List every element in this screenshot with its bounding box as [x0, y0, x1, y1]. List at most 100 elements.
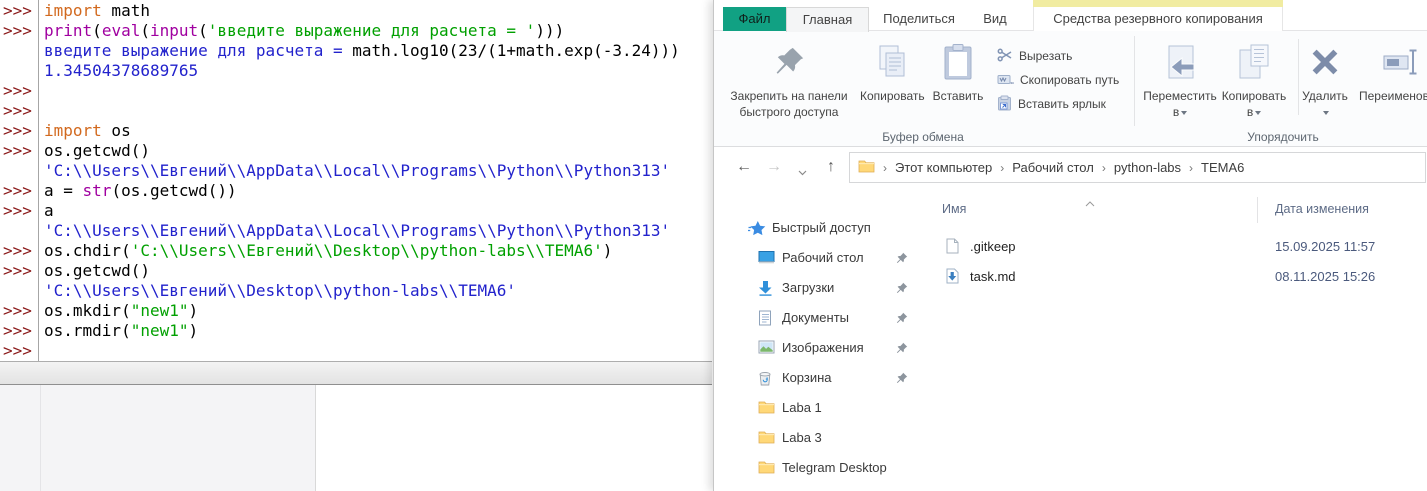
desktop-icon: [758, 250, 775, 264]
sidebar-item-загрузки[interactable]: Загрузки: [714, 273, 931, 303]
code-token-bi: print: [44, 21, 92, 40]
console-code-text: 'C:\\Users\\Евгений\\Desktop\\python-lab…: [39, 281, 516, 301]
chevron-down-icon: [1181, 111, 1187, 115]
console-prompt: >>>: [0, 141, 39, 161]
code-token-code: ): [603, 241, 613, 260]
sidebar-item-изображения[interactable]: Изображения: [714, 333, 931, 363]
console-splitter-bar[interactable]: [0, 361, 712, 385]
forward-button[interactable]: →: [764, 158, 784, 176]
code-token-bi: str: [83, 181, 112, 200]
copy-to-button[interactable]: Копировать в: [1220, 36, 1288, 120]
background-app-area: [0, 385, 713, 491]
code-token-out: 1.34504378689765: [44, 61, 198, 80]
column-separator[interactable]: [1257, 197, 1258, 223]
sidebar-item-label: Загрузки: [782, 280, 834, 295]
sidebar-item-laba-1[interactable]: Laba 1: [714, 393, 931, 423]
move-to-label-line1: Переместить: [1140, 88, 1220, 104]
sidebar-item[interactable]: [714, 483, 931, 491]
sidebar-item-telegram-desktop[interactable]: Telegram Desktop: [714, 453, 931, 483]
file-row-.gitkeep[interactable]: .gitkeep15.09.2025 11:57: [934, 234, 1424, 260]
console-line: 'C:\\Users\\Евгений\\AppData\\Local\\Pro…: [0, 221, 712, 241]
sidebar-item-быстрый-доступ[interactable]: Быстрый доступ: [714, 213, 931, 243]
console-code-text: [39, 341, 44, 361]
console-prompt: >>>: [0, 121, 39, 141]
console-line: >>>os.rmdir("new1"): [0, 321, 712, 341]
console-prompt: >>>: [0, 21, 39, 41]
tab-backup-tools[interactable]: Средства резервного копирования: [1033, 7, 1283, 31]
console-line: >>>os.getcwd(): [0, 261, 712, 281]
copy-to-icon: [1220, 36, 1288, 88]
tab-home[interactable]: Главная: [786, 7, 869, 32]
console-line: 'C:\\Users\\Евгений\\Desktop\\python-lab…: [0, 281, 712, 301]
console-code-text: os.getcwd(): [39, 141, 150, 161]
console-lines: >>>import math>>>print(eval(input('введи…: [0, 1, 712, 361]
console-line: 'C:\\Users\\Евгений\\AppData\\Local\\Pro…: [0, 161, 712, 181]
sidebar-item-laba-3[interactable]: Laba 3: [714, 423, 931, 453]
code-token-bi: input: [150, 21, 198, 40]
paste-shortcut-button[interactable]: Вставить ярлык: [997, 92, 1119, 116]
tab-share[interactable]: Поделиться: [878, 7, 960, 31]
tab-view[interactable]: Вид: [976, 7, 1014, 31]
console-code-text: 1.34504378689765: [39, 61, 198, 81]
paste-shortcut-button-label: Вставить ярлык: [1018, 97, 1106, 111]
sidebar-item-документы[interactable]: Документы: [714, 303, 931, 333]
console-code-text: print(eval(input('введите выражение для …: [39, 21, 564, 41]
up-button[interactable]: ↑: [821, 158, 841, 176]
sidebar-item-label: Документы: [782, 310, 849, 325]
console-code-text: [39, 101, 44, 121]
clipboard-icon: [926, 36, 990, 88]
cut-button[interactable]: Вырезать: [997, 44, 1119, 68]
console-prompt: >>>: [0, 261, 39, 281]
console-text-area[interactable]: >>>import math>>>print(eval(input('введи…: [0, 0, 712, 361]
column-header-date-modified[interactable]: Дата изменения: [1275, 202, 1369, 216]
console-line: >>>import math: [0, 1, 712, 21]
pin-icon: [896, 342, 908, 357]
tab-file[interactable]: Файл: [723, 7, 786, 31]
pin-button-label: Закрепить на панели быстрого доступа: [719, 88, 859, 120]
console-prompt: >>>: [0, 1, 39, 21]
code-token-code: os: [102, 121, 131, 140]
console-line: >>>os.mkdir("new1"): [0, 301, 712, 321]
console-line: >>>a = str(os.getcwd()): [0, 181, 712, 201]
folder-icon: [758, 400, 775, 414]
paste-button[interactable]: Вставить: [926, 36, 990, 104]
pin-to-quick-access-button[interactable]: Закрепить на панели быстрого доступа: [719, 36, 859, 120]
breadcrumb[interactable]: ›Этот компьютер›Рабочий стол›python-labs…: [849, 152, 1426, 183]
console-code-text: a = str(os.getcwd()): [39, 181, 237, 201]
console-prompt: >>>: [0, 181, 39, 201]
code-token-code: os.chdir(: [44, 241, 131, 260]
console-line: >>>: [0, 101, 712, 121]
console-line: >>>: [0, 341, 712, 361]
delete-button[interactable]: Удалить: [1299, 36, 1351, 120]
sidebar-item-рабочий-стол[interactable]: Рабочий стол: [714, 243, 931, 273]
move-to-label-line2: в: [1173, 105, 1179, 119]
copy-path-icon: [997, 72, 1014, 89]
copy-button[interactable]: Копировать: [860, 36, 924, 104]
paste-shortcut-icon: [997, 95, 1012, 114]
breadcrumb-segment[interactable]: python-labs: [1114, 160, 1181, 175]
sidebar-item-корзина[interactable]: Корзина: [714, 363, 931, 393]
pin-icon: [896, 282, 908, 297]
pushpin-icon: [719, 36, 859, 88]
ribbon: Закрепить на панели быстрого доступа Коп…: [714, 31, 1427, 147]
breadcrumb-segment[interactable]: Этот компьютер: [895, 160, 992, 175]
breadcrumb-segment[interactable]: Рабочий стол: [1012, 160, 1094, 175]
console-line: >>>: [0, 81, 712, 101]
folder-icon: [758, 460, 775, 474]
rename-button[interactable]: Переименовать: [1359, 36, 1427, 104]
recent-locations-chevron[interactable]: [792, 163, 812, 181]
back-button[interactable]: ←: [734, 158, 754, 176]
paste-button-label: Вставить: [926, 88, 990, 104]
code-token-code: a =: [44, 181, 83, 200]
sidebar-item-label: Рабочий стол: [782, 250, 864, 265]
breadcrumb-segment[interactable]: TEMA6: [1201, 160, 1244, 175]
move-to-button[interactable]: Переместить в: [1140, 36, 1220, 120]
pin-icon: [896, 372, 908, 387]
copy-path-button[interactable]: Скопировать путь: [997, 68, 1119, 92]
code-token-out: введите выражение для расчета =: [44, 41, 352, 60]
file-row-task.md[interactable]: task.md08.11.2025 15:26: [934, 264, 1424, 290]
column-header-name[interactable]: Имя: [942, 202, 966, 216]
code-token-str: 'введите выражение для расчета = ': [208, 21, 536, 40]
console-line: 1.34504378689765: [0, 61, 712, 81]
code-token-out: 'C:\\Users\\Евгений\\AppData\\Local\\Pro…: [44, 221, 670, 240]
